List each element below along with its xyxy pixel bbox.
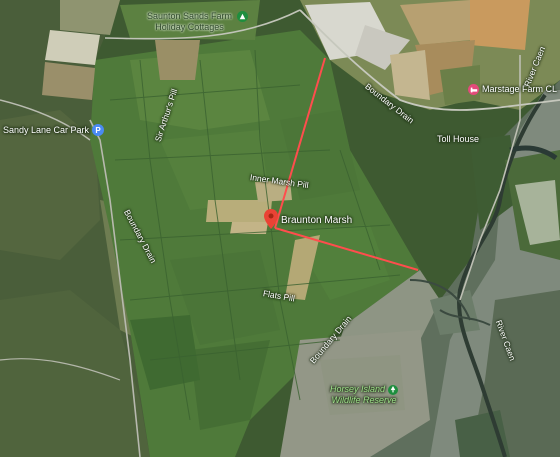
place-saunton-sands-farm[interactable]: Saunton Sands Farm Holiday Cottages <box>147 11 249 33</box>
parking-icon: P <box>92 124 105 136</box>
place-marstage-farm[interactable]: Marstage Farm CL <box>468 84 557 95</box>
place-horsey-island[interactable]: Horsey Island Wildlife Reserve <box>330 384 399 406</box>
place-toll-house[interactable]: Toll House <box>437 134 479 145</box>
place-sandy-lane-car-park[interactable]: Sandy Lane Car Park P <box>3 124 105 136</box>
map-pin-icon <box>264 209 278 229</box>
map-imagery <box>0 0 560 457</box>
place-label: Sandy Lane Car Park <box>3 124 90 135</box>
campsite-icon <box>237 11 249 22</box>
park-icon <box>388 384 399 395</box>
place-label: Wildlife Reserve <box>331 395 397 405</box>
place-label: Horsey Island <box>330 384 386 394</box>
selected-location-pin[interactable] <box>264 209 278 234</box>
bed-icon <box>468 84 479 95</box>
place-label: Saunton Sands Farm <box>147 11 233 21</box>
place-label: Marstage Farm CL <box>482 84 558 94</box>
selected-location-label[interactable]: Braunton Marsh <box>281 215 352 226</box>
place-label: Holiday Cottages <box>155 22 224 32</box>
satellite-map[interactable]: Saunton Sands Farm Holiday Cottages Mars… <box>0 0 560 457</box>
